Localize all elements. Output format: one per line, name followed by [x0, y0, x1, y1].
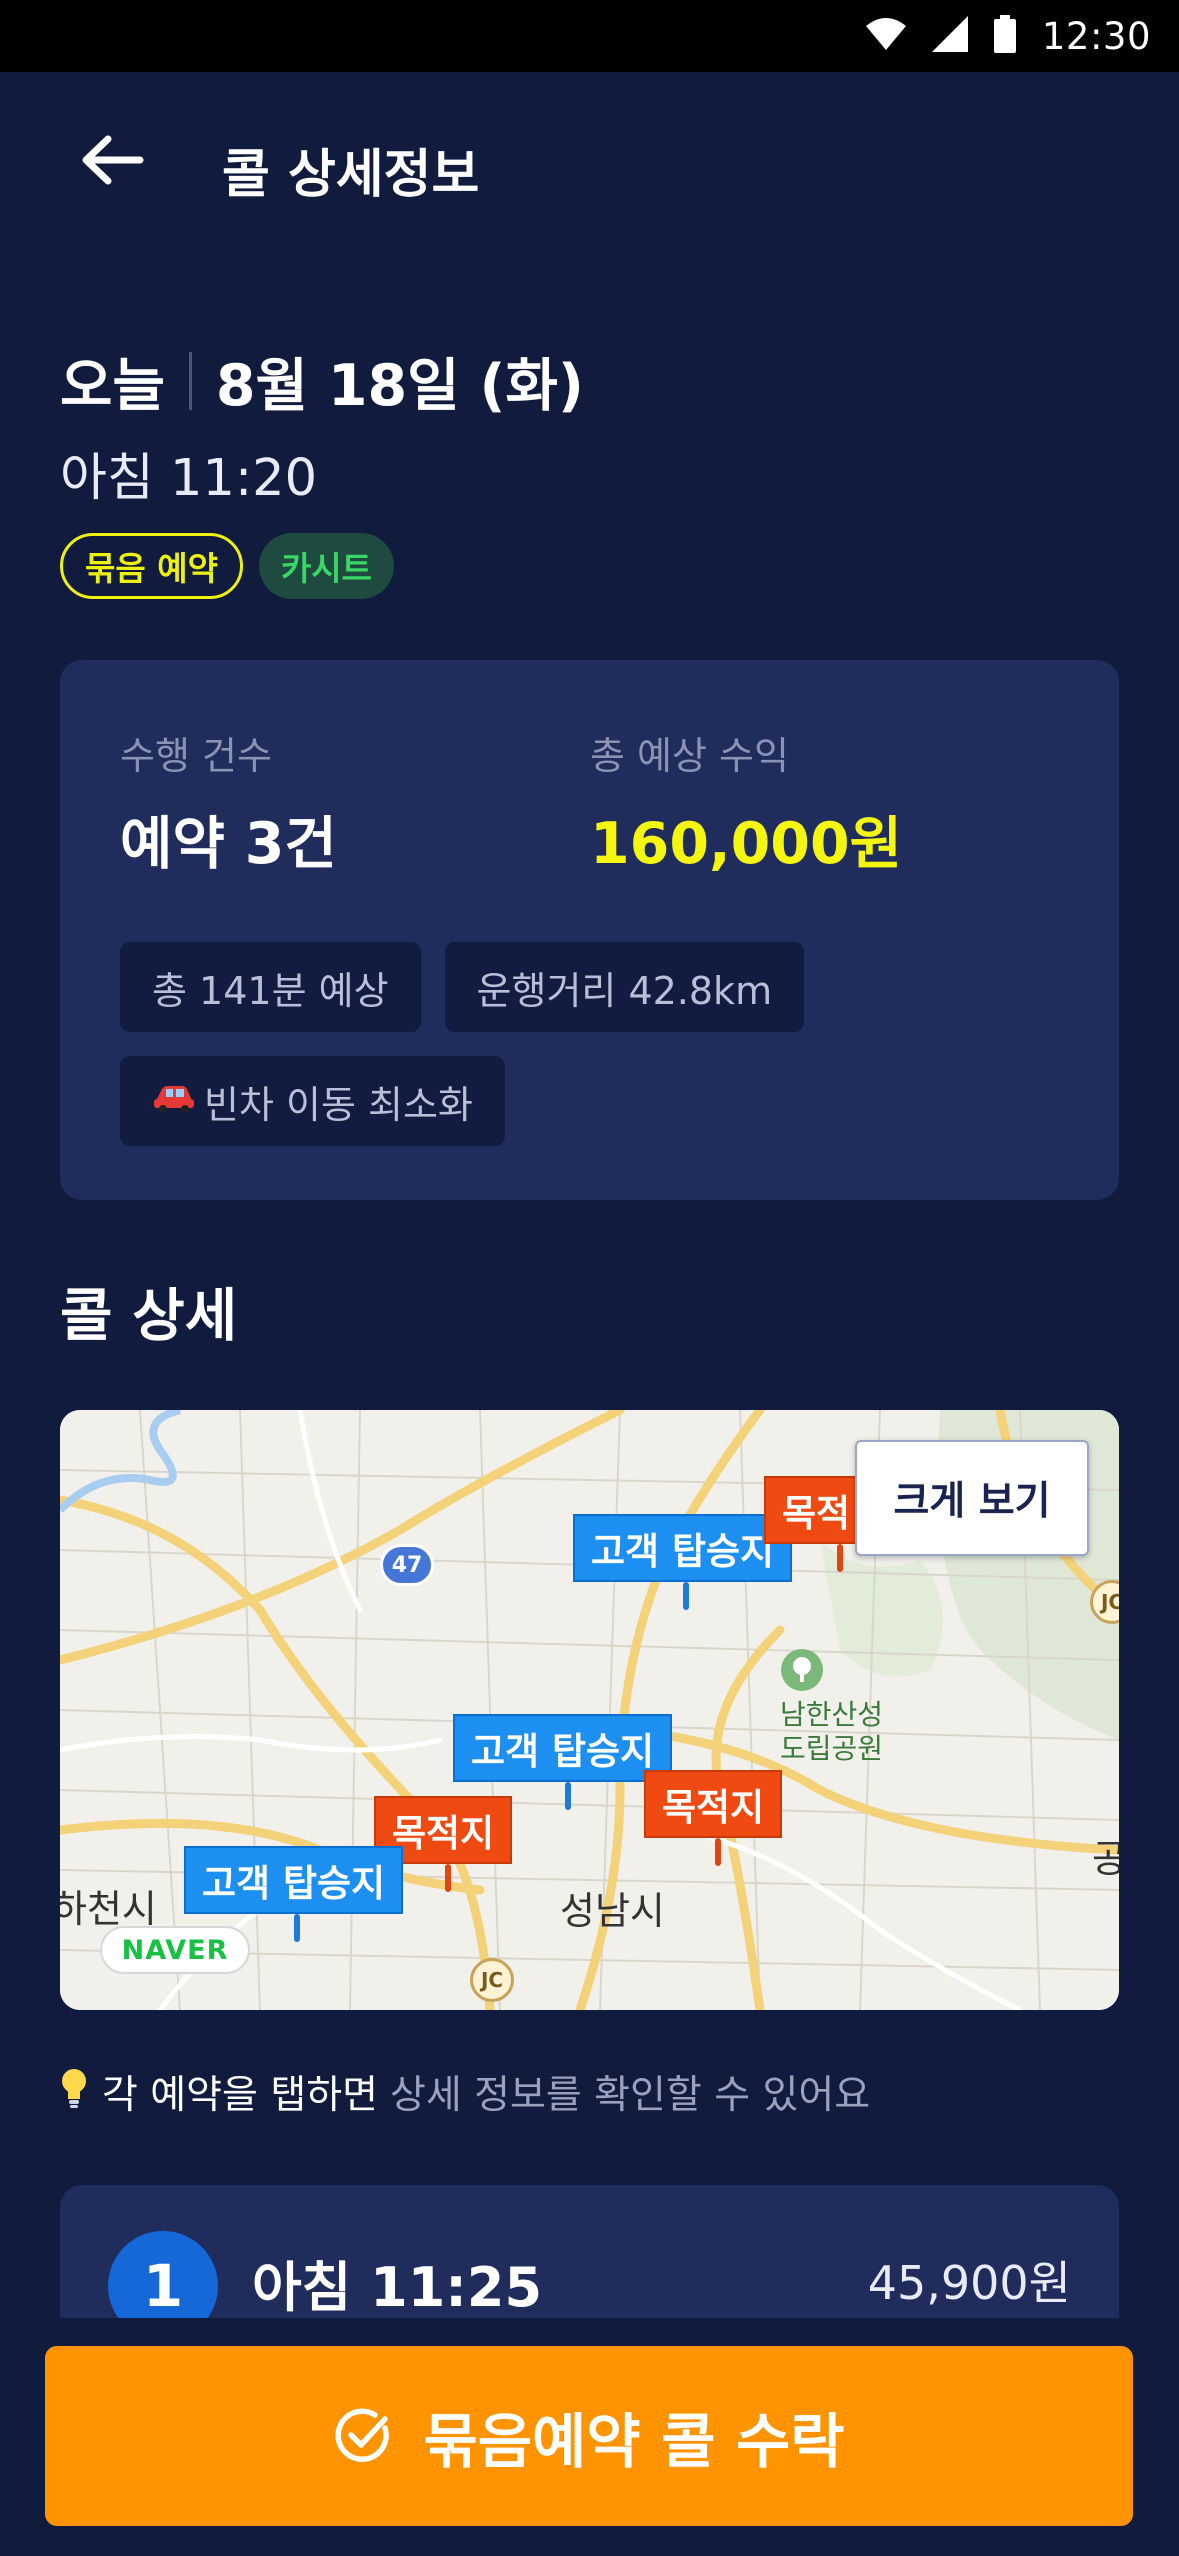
signal-icon: [931, 16, 968, 56]
pin-stem: [715, 1838, 721, 1866]
count-value: 예약 3건: [120, 811, 337, 877]
reservation-time: 아침 11:25: [252, 2256, 543, 2319]
tip-sub: 상세 정보를 확인할 수 있어요: [389, 2073, 871, 2118]
pin-stem: [294, 1914, 300, 1942]
tip-text: 각 예약을 탭하면 상세 정보를 확인할 수 있어요: [60, 2064, 870, 2120]
back-arrow-icon: [80, 135, 144, 189]
tip-main: 각 예약을 탭하면: [102, 2073, 378, 2118]
page-title: 콜 상세정보: [222, 145, 480, 205]
empty-move-label: 빈차 이동 최소화: [204, 1082, 473, 1127]
accept-bundle-button[interactable]: 묶음예약 콜 수락: [45, 2346, 1133, 2526]
app-header: 콜 상세정보: [0, 72, 1179, 242]
distance-chip: 운행거리 42.8km: [444, 942, 805, 1032]
trip-stats: 총 141분 예상 운행거리 42.8km 빈차 이동 최소화: [120, 942, 1020, 1146]
start-time: 아침 11:20: [60, 449, 318, 508]
bulb-icon: [60, 2067, 88, 2118]
summary-card: 수행 건수 예약 3건 총 예상 수익 160,000원 총 141분 예상 운…: [60, 660, 1119, 1200]
car-icon: [152, 1081, 196, 1122]
enlarge-map-button[interactable]: 크게 보기: [855, 1440, 1089, 1556]
accept-label: 묶음예약 콜 수락: [423, 2406, 845, 2476]
naver-logo: NAVER: [100, 1926, 250, 1974]
pin-stem: [837, 1544, 843, 1572]
revenue-label: 총 예상 수익: [590, 734, 789, 778]
status-icons: 12:30: [865, 0, 1151, 72]
status-time: 12:30: [1041, 14, 1151, 58]
battery-icon: [993, 15, 1016, 57]
destination-pin-2[interactable]: 목적지: [644, 1770, 783, 1838]
status-bar: 12:30: [0, 0, 1179, 72]
tag-list: 묶음 예약 카시트: [60, 533, 395, 599]
destination-pin-1[interactable]: 목적: [764, 1476, 869, 1544]
date-divider: [188, 352, 192, 410]
park-icon: [781, 1648, 854, 1692]
route-map[interactable]: 47 JC JC 남한산성 도립공원 성남시 하천시 공 고객 탑승지 목적 고…: [60, 1410, 1119, 2010]
date-row: 오늘 8월 18일 (화): [60, 340, 584, 422]
back-button[interactable]: [70, 120, 154, 204]
pin-stem: [445, 1864, 451, 1892]
pickup-pin-2[interactable]: 고객 탑승지: [453, 1714, 673, 1782]
park-label: 남한산성 도립공원: [780, 1648, 883, 1766]
section-title: 콜 상세: [60, 1283, 238, 1349]
duration-chip: 총 141분 예상: [120, 942, 421, 1032]
city-label: 성남시: [560, 1889, 665, 1933]
date-label: 8월 18일 (화): [215, 353, 584, 419]
road-number-badge: 47: [380, 1544, 434, 1586]
pin-stem: [683, 1582, 689, 1610]
pin-stem: [565, 1782, 571, 1810]
tag-bundle-reservation: 묶음 예약: [60, 533, 243, 599]
count-label: 수행 건수: [120, 734, 272, 778]
tag-car-seat: 카시트: [258, 533, 395, 599]
wifi-icon: [865, 18, 906, 54]
revenue-value: 160,000원: [590, 811, 903, 877]
bottom-action-bar: 묶음예약 콜 수락: [0, 2318, 1179, 2556]
reservation-price: 45,900원: [867, 2256, 1071, 2310]
day-label: 오늘: [60, 353, 165, 419]
map-edge-label: 공: [1092, 1837, 1119, 1881]
junction-badge: JC: [470, 1958, 514, 2002]
empty-move-chip: 빈차 이동 최소화: [120, 1056, 505, 1146]
city-left-label: 하천시: [60, 1887, 157, 1931]
check-circle-icon: [333, 2406, 393, 2466]
pickup-pin-1[interactable]: 고객 탑승지: [573, 1514, 793, 1582]
pickup-pin-3[interactable]: 고객 탑승지: [184, 1846, 404, 1914]
